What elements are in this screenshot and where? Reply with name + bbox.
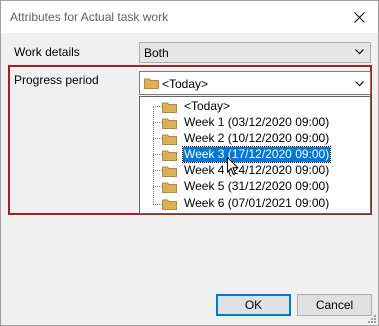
chevron-down-icon <box>355 81 364 87</box>
option-label: Week 6 (07/01/2021 09:00) <box>184 195 330 210</box>
chevron-down-icon <box>355 49 364 55</box>
close-button[interactable] <box>348 6 370 28</box>
option-label: <Today> <box>184 98 231 113</box>
cancel-button[interactable]: Cancel <box>297 294 372 316</box>
title-bar: Attributes for Actual task work <box>1 1 378 33</box>
option-label: Week 3 (17/12/2020 09:00) <box>181 145 332 163</box>
work-details-value: Both <box>144 46 169 60</box>
folder-icon <box>162 165 177 177</box>
resize-grip-icon[interactable] <box>366 313 376 323</box>
mouse-cursor-icon <box>227 157 239 176</box>
progress-period-value: <Today> <box>162 77 209 91</box>
ok-button[interactable]: OK <box>216 294 291 316</box>
attributes-dialog: Attributes for Actual task work Work det… <box>0 0 379 326</box>
work-details-label: Work details <box>14 45 80 59</box>
close-icon <box>353 11 365 23</box>
dropdown-option-week-1[interactable]: Week 1 (03/12/2020 09:00) <box>162 114 330 130</box>
folder-icon <box>144 77 159 89</box>
folder-icon <box>162 117 177 129</box>
folder-icon <box>162 101 177 113</box>
dropdown-option-week-6[interactable]: Week 6 (07/01/2021 09:00) <box>162 195 330 211</box>
dropdown-option-week-5[interactable]: Week 5 (31/12/2020 09:00) <box>162 178 330 194</box>
dropdown-option-today[interactable]: <Today> <box>162 98 231 114</box>
tree-connector <box>153 106 162 107</box>
progress-period-label: Progress period <box>14 73 99 87</box>
option-label: Week 5 (31/12/2020 09:00) <box>184 178 330 193</box>
work-details-combo[interactable]: Both <box>139 42 371 63</box>
cancel-button-label: Cancel <box>315 298 354 312</box>
tree-connector <box>153 106 154 204</box>
dropdown-option-week-4[interactable]: Week 4 (24/12/2020 09:00) <box>162 162 330 178</box>
tree-connector <box>153 204 162 205</box>
tree-connector <box>153 138 162 139</box>
option-label: Week 2 (10/12/2020 09:00) <box>184 130 330 145</box>
window-title: Attributes for Actual task work <box>10 10 169 24</box>
tree-connector <box>153 154 162 155</box>
tree-connector <box>153 122 162 123</box>
folder-icon <box>162 181 177 193</box>
option-label: Week 4 (24/12/2020 09:00) <box>184 162 330 177</box>
ok-button-label: OK <box>244 298 263 312</box>
folder-icon <box>162 133 177 145</box>
progress-period-combo[interactable]: <Today> <box>139 71 371 95</box>
dropdown-option-week-3[interactable]: Week 3 (17/12/2020 09:00) <box>162 145 332 163</box>
dropdown-option-week-2[interactable]: Week 2 (10/12/2020 09:00) <box>162 130 330 146</box>
progress-period-dropdown[interactable]: <Today> Week 1 (03/12/2020 09:00) Week 2… <box>139 96 371 214</box>
tree-connector <box>153 186 162 187</box>
tree-connector <box>153 170 162 171</box>
folder-icon <box>162 198 177 210</box>
option-label: Week 1 (03/12/2020 09:00) <box>184 114 330 129</box>
folder-icon <box>162 149 177 161</box>
